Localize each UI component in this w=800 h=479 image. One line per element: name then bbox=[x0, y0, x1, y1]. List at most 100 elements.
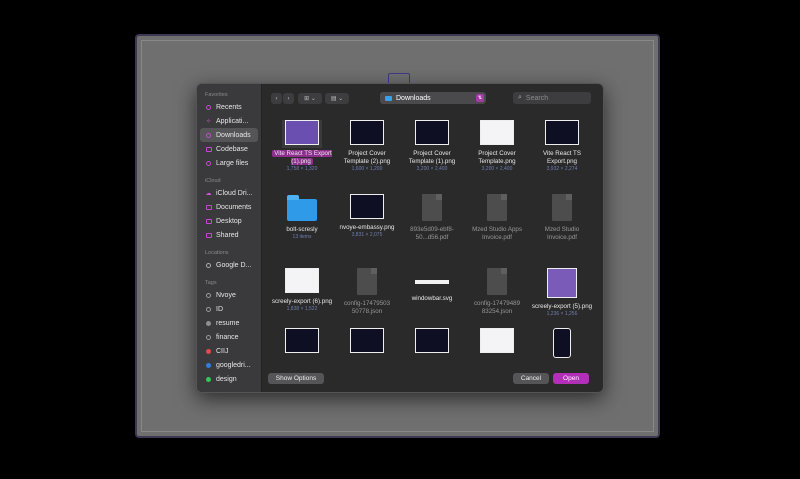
sidebar-item-label: Recents bbox=[216, 103, 242, 111]
file-name: config-17479489 83254.json bbox=[465, 300, 529, 316]
image-thumbnail bbox=[282, 120, 322, 148]
file-item[interactable]: config-17479503 50778.json bbox=[335, 268, 399, 316]
file-item[interactable]: nvoye-embassy.png 3,831 × 2,075 bbox=[335, 194, 399, 238]
group-view-button[interactable]: ▤ ⌄ bbox=[325, 93, 349, 104]
forward-button[interactable]: › bbox=[283, 93, 294, 104]
file-item[interactable] bbox=[400, 328, 464, 353]
file-meta: 3,932 × 2,274 bbox=[546, 166, 578, 172]
image-thumbnail bbox=[350, 194, 384, 219]
sidebar-item-label: iCloud Dri... bbox=[216, 189, 253, 197]
file-meta: 3,200 × 2,400 bbox=[481, 166, 513, 172]
file-item[interactable] bbox=[335, 328, 399, 353]
file-item[interactable]: Project Cover Template (2).png 1,600 × 1,… bbox=[335, 120, 399, 172]
sidebar-item-google-drive[interactable]: Google D... bbox=[200, 258, 258, 272]
tag-dot-icon bbox=[205, 306, 212, 313]
sidebar-item-documents[interactable]: Documents bbox=[200, 200, 258, 214]
sidebar-tag-design[interactable]: design bbox=[200, 372, 258, 386]
file-item[interactable] bbox=[465, 328, 529, 353]
sidebar-item-recents[interactable]: Recents bbox=[200, 100, 258, 114]
tag-dot-icon bbox=[205, 320, 212, 327]
file-name-text: screely-export (6).png bbox=[271, 298, 333, 305]
sidebar-tag-nvoye[interactable]: Nvoye bbox=[200, 288, 258, 302]
image-thumbnail bbox=[350, 120, 384, 145]
image-thumbnail bbox=[545, 120, 579, 145]
file-item[interactable]: Mzed Studio Apps Invoice.pdf bbox=[465, 194, 529, 242]
location-label: Downloads bbox=[396, 94, 431, 102]
document-icon bbox=[487, 194, 507, 221]
back-button[interactable]: ‹ bbox=[271, 93, 282, 104]
open-button[interactable]: Open bbox=[553, 373, 589, 384]
file-name: Mzed Studio Invoice.pdf bbox=[530, 226, 594, 242]
sidebar-item-icloud-drive[interactable]: ☁ iCloud Dri... bbox=[200, 186, 258, 200]
file-meta: 1,236 × 1,256 bbox=[546, 311, 578, 317]
favorites-heading: Favorites bbox=[205, 92, 228, 98]
file-item[interactable]: config-17479489 83254.json bbox=[465, 268, 529, 316]
image-thumbnail bbox=[480, 120, 514, 145]
image-thumbnail bbox=[285, 268, 319, 293]
document-icon bbox=[422, 194, 442, 221]
cancel-button[interactable]: Cancel bbox=[513, 373, 549, 384]
sidebar-tag-id[interactable]: ID bbox=[200, 302, 258, 316]
sidebar-item-codebase[interactable]: Codebase bbox=[200, 142, 258, 156]
file-item[interactable]: Vite React TS Export.png 3,932 × 2,274 bbox=[530, 120, 594, 172]
file-name-text: Project Cover Template (2).png bbox=[343, 150, 391, 165]
file-name-text: Project Cover Template.png bbox=[478, 150, 516, 165]
file-meta: 3,200 × 2,400 bbox=[416, 166, 448, 172]
sidebar-item-label: ID bbox=[216, 305, 223, 313]
sidebar-tag-googledrive[interactable]: googledri... bbox=[200, 358, 258, 372]
file-item[interactable]: 893e5d09-ebf8-50...d56.pdf bbox=[400, 194, 464, 242]
open-file-dialog: Favorites Recents ✧ Applicati... Download… bbox=[196, 83, 604, 393]
sidebar-tag-resume[interactable]: resume bbox=[200, 316, 258, 330]
grid-view-icon: ⊞ ⌄ bbox=[304, 96, 316, 102]
dialog-footer: Show Options Cancel Open bbox=[262, 366, 603, 392]
file-name: nvoye-embassy.png bbox=[335, 224, 399, 232]
folder-item[interactable]: bolt-scresly 13 items bbox=[270, 194, 334, 240]
file-item[interactable]: Vite React TS Export (1).png 1,758 × 1,32… bbox=[270, 120, 334, 172]
tag-dot-icon bbox=[205, 362, 212, 369]
folder-icon bbox=[205, 204, 212, 211]
search-icon: ⌕ bbox=[518, 94, 522, 101]
file-item[interactable] bbox=[270, 328, 334, 353]
sidebar-tag-ciij[interactable]: CIIJ bbox=[200, 344, 258, 358]
file-item[interactable]: screely-export (6).png 1,838 × 1,522 bbox=[270, 268, 334, 312]
file-item[interactable]: Mzed Studio Invoice.pdf bbox=[530, 194, 594, 242]
search-field[interactable]: ⌕ Search bbox=[513, 92, 591, 104]
file-item[interactable]: Project Cover Template.png 3,200 × 2,400 bbox=[465, 120, 529, 172]
icon-view-button[interactable]: ⊞ ⌄ bbox=[298, 93, 322, 104]
tag-dot-icon bbox=[205, 376, 212, 383]
folder-icon bbox=[205, 160, 212, 167]
sidebar-item-downloads[interactable]: Downloads bbox=[200, 128, 258, 142]
file-name-text: nvoye-embassy.png bbox=[339, 224, 395, 231]
toolbar: ‹ › ⊞ ⌄ ▤ ⌄ Downloads ⇅ ⌕ Search bbox=[262, 84, 603, 112]
image-thumbnail bbox=[480, 328, 514, 353]
sidebar-tag-finance[interactable]: finance bbox=[200, 330, 258, 344]
file-name: Vite React TS Export (1).png bbox=[270, 150, 334, 166]
sidebar-item-shared[interactable]: Shared bbox=[200, 228, 258, 242]
sidebar-item-desktop[interactable]: Desktop bbox=[200, 214, 258, 228]
file-name: windowbar.svg bbox=[400, 295, 464, 303]
chevron-left-icon: ‹ bbox=[275, 95, 278, 102]
image-thumbnail bbox=[350, 328, 384, 353]
tag-dot-icon bbox=[205, 334, 212, 341]
file-item[interactable] bbox=[530, 328, 594, 358]
file-item[interactable]: screely-export (5).png 1,236 × 1,256 bbox=[530, 268, 594, 317]
sidebar-item-label: finance bbox=[216, 333, 239, 341]
show-options-button[interactable]: Show Options bbox=[268, 373, 324, 384]
sidebar-item-label: resume bbox=[216, 319, 240, 327]
file-name-text: config-17479503 50778.json bbox=[343, 300, 391, 315]
applications-icon: ✧ bbox=[205, 118, 212, 125]
file-name: bolt-scresly bbox=[270, 226, 334, 234]
sidebar-item-label: Documents bbox=[216, 203, 252, 211]
image-thumbnail bbox=[285, 328, 319, 353]
file-item[interactable]: Project Cover Template (1).png 3,200 × 2,… bbox=[400, 120, 464, 172]
sidebar-item-label: Nvoye bbox=[216, 291, 236, 299]
file-item[interactable]: windowbar.svg bbox=[400, 268, 464, 303]
sidebar-item-applications[interactable]: ✧ Applicati... bbox=[200, 114, 258, 128]
file-name: Mzed Studio Apps Invoice.pdf bbox=[465, 226, 529, 242]
sidebar-item-label: Google D... bbox=[216, 261, 252, 269]
location-popup[interactable]: Downloads ⇅ bbox=[380, 92, 486, 104]
sidebar-item-large-files[interactable]: Large files bbox=[200, 156, 258, 170]
file-name-text: Mzed Studio Apps Invoice.pdf bbox=[472, 226, 522, 241]
file-name: Vite React TS Export.png bbox=[530, 150, 594, 166]
file-name: screely-export (6).png bbox=[270, 298, 334, 306]
